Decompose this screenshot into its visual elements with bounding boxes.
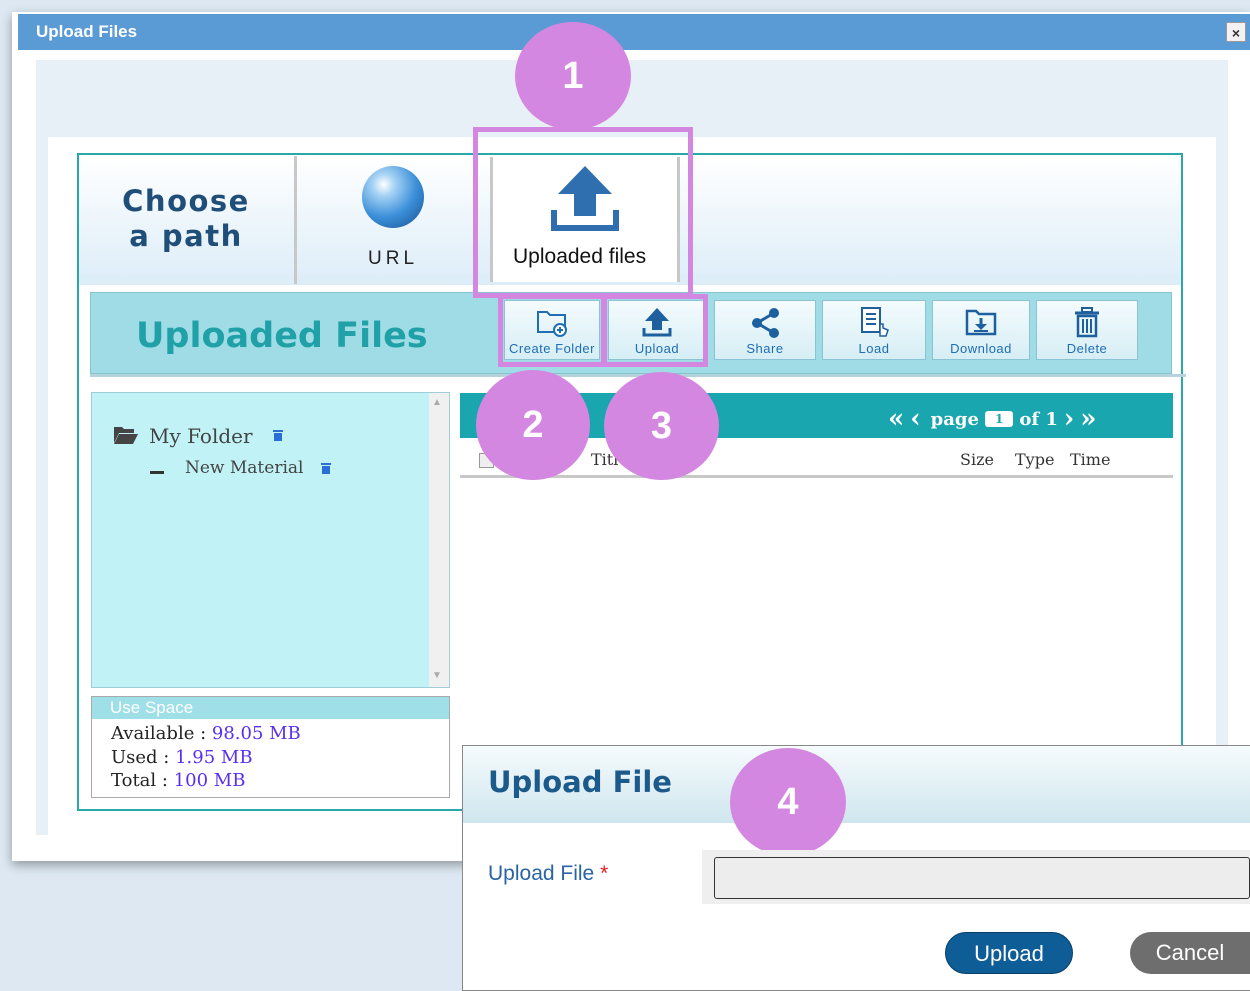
trash-icon [1075,307,1099,338]
pagination: « ‹ page 1 of 1 › » [888,404,1097,434]
folder-delete-icon[interactable] [272,428,284,441]
callout-highlight-create-folder [498,294,606,367]
tree-leaf-dash-icon [150,471,164,474]
folder-tree-panel [91,392,450,688]
scroll-down-icon[interactable]: ▼ [432,670,442,681]
callout-badge-2: 2 [476,370,590,480]
column-type[interactable]: Type [1015,450,1054,469]
use-space-title: Use Space [110,698,194,717]
dialog-title-bar [18,14,1250,50]
file-input[interactable] [714,857,1250,899]
last-page-icon[interactable]: » [1080,404,1096,434]
close-icon[interactable]: × [1226,22,1246,42]
globe-icon [362,166,424,228]
available-space: Available : 98.05 MB [111,723,301,744]
subfolder-delete-icon[interactable] [320,461,332,474]
total-label: Total : [111,770,168,791]
callout-highlight-upload [602,294,708,367]
tree-item-new-material[interactable]: New Material [185,458,303,478]
column-size[interactable]: Size [960,450,994,469]
next-page-icon[interactable]: › [1064,404,1074,434]
share-icon [752,308,779,338]
callout-badge-3: 3 [604,372,719,480]
available-value: 98.05 MB [211,723,301,744]
choose-path-heading: Choose a path [122,184,250,253]
used-space: Used : 1.95 MB [111,747,253,768]
used-value: 1.95 MB [175,747,253,768]
required-mark: * [600,862,609,885]
callout-badge-4: 4 [730,748,846,856]
load-label: Load [858,341,890,356]
tab-url-label: URL [368,248,419,269]
tree-scrollbar[interactable] [429,393,449,687]
modal-upload-button[interactable]: Upload [945,932,1073,974]
callout-highlight-uploaded-tab [473,127,693,298]
callout-badge-1: 1 [515,22,631,130]
tree-item-my-folder[interactable]: My Folder [149,424,253,448]
modal-title: Upload File [488,765,672,799]
total-space: Total : 100 MB [111,770,245,791]
column-time[interactable]: Time [1070,450,1110,469]
prev-page-icon[interactable]: ‹ [910,404,920,434]
upload-file-label-text: Upload File [488,862,595,885]
download-label: Download [950,341,1012,356]
total-value: 100 MB [173,770,246,791]
dialog-title: Upload Files [36,22,138,41]
page-of-label: of 1 [1019,408,1058,430]
open-folder-icon [114,427,138,444]
scroll-up-icon[interactable]: ▲ [432,397,442,408]
share-button[interactable]: Share [714,300,816,360]
delete-label: Delete [1066,341,1108,356]
upload-file-label: Upload File * [488,862,608,886]
first-page-icon[interactable]: « [888,404,904,434]
delete-button[interactable]: Delete [1036,300,1138,360]
download-button[interactable]: Download [932,300,1030,360]
used-label: Used : [111,747,170,768]
load-button[interactable]: Load [822,300,926,360]
available-label: Available : [111,723,207,744]
share-label: Share [746,341,784,356]
load-icon [861,307,889,337]
modal-cancel-button[interactable]: Cancel [1130,932,1250,974]
page-number-input[interactable]: 1 [984,411,1014,427]
download-icon [965,309,997,336]
toolbar-title: Uploaded Files [136,316,428,356]
page-label: page [930,408,979,430]
